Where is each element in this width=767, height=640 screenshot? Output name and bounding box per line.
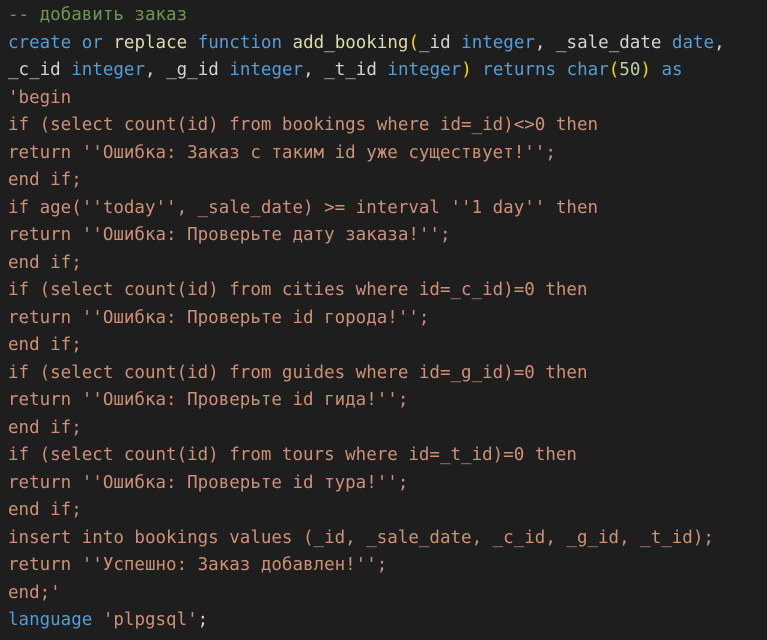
param-g-id: _g_id [166,60,219,80]
type-integer: integer [461,32,535,53]
type-integer: integer [71,60,145,80]
code-line-body: return ''Ошибка: Проверьте id гида!''; [8,390,409,410]
semicolon: ; [197,610,209,630]
keyword-returns: returns [482,60,557,80]
type-integer: integer [387,60,462,80]
type-char: char [566,60,609,80]
param-sale-date: _sale_date [556,32,662,53]
code-line-signature-2: _c_id integer, _g_id integer, _t_id inte… [8,57,767,85]
comma: , [714,32,725,53]
keyword-as: as [661,60,683,80]
keyword-replace: replace [113,32,188,53]
code-line-body: end if; [8,417,82,438]
code-line-body: insert into bookings values (_id, _sale_… [8,527,714,548]
comma: , [534,32,546,53]
code-line-body: if (select count(id) from tours where id… [8,445,577,465]
close-paren: ) [461,60,472,80]
param-id: _id [419,32,451,53]
code-line-body: if (select count(id) from cities where i… [8,280,588,300]
code-line-body: end if; [8,500,82,520]
keyword-create: create [8,32,72,53]
code-line-body: return ''Ошибка: Проверьте id тура!''; [8,472,409,493]
code-line-body: end if; [8,335,82,355]
keyword-or: or [81,32,103,53]
code-line-body: end if; [8,170,82,190]
function-name: add_booking [292,32,409,53]
param-c-id: _c_id [8,60,61,80]
code-line-body: return ''Ошибка: Проверьте дату заказа!'… [8,225,451,245]
code-line-body: 'begin [8,87,72,108]
keyword-function: function [197,32,282,53]
code-line-body: end;' [8,582,61,603]
code-line-language: language 'plpgsql'; [8,607,767,635]
language-value: 'plpgsql' [102,610,198,630]
code-line-body: return ''Ошибка: Проверьте id города!''; [8,307,430,328]
code-line-signature-1: create or replace function add_booking(_… [8,30,767,58]
type-integer: integer [229,60,304,80]
comment-text: -- добавить заказ [8,5,188,25]
open-paren: ( [408,32,419,53]
comma: , [145,60,156,80]
open-paren: ( [608,60,620,80]
code-line-comment: -- добавить заказ [8,2,767,30]
close-paren: ) [640,60,651,80]
code-line-body: if (select count(id) from bookings where… [8,115,599,135]
code-line-body: return ''Ошибка: Заказ с таким id уже су… [8,142,556,163]
code-editor[interactable]: -- добавить заказ create or replace func… [0,0,767,640]
code-line-body: end if; [8,252,82,273]
code-line-body: return ''Успешно: Заказ добавлен!''; [8,555,388,575]
number-50: 50 [619,60,641,80]
param-t-id: _t_id [324,60,377,80]
comma: , [303,60,314,80]
code-line-body: if age(''today'', _sale_date) >= interva… [8,197,599,218]
keyword-language: language [8,610,93,630]
type-date: date [671,32,715,53]
code-line-body: if (select count(id) from guides where i… [8,362,588,383]
